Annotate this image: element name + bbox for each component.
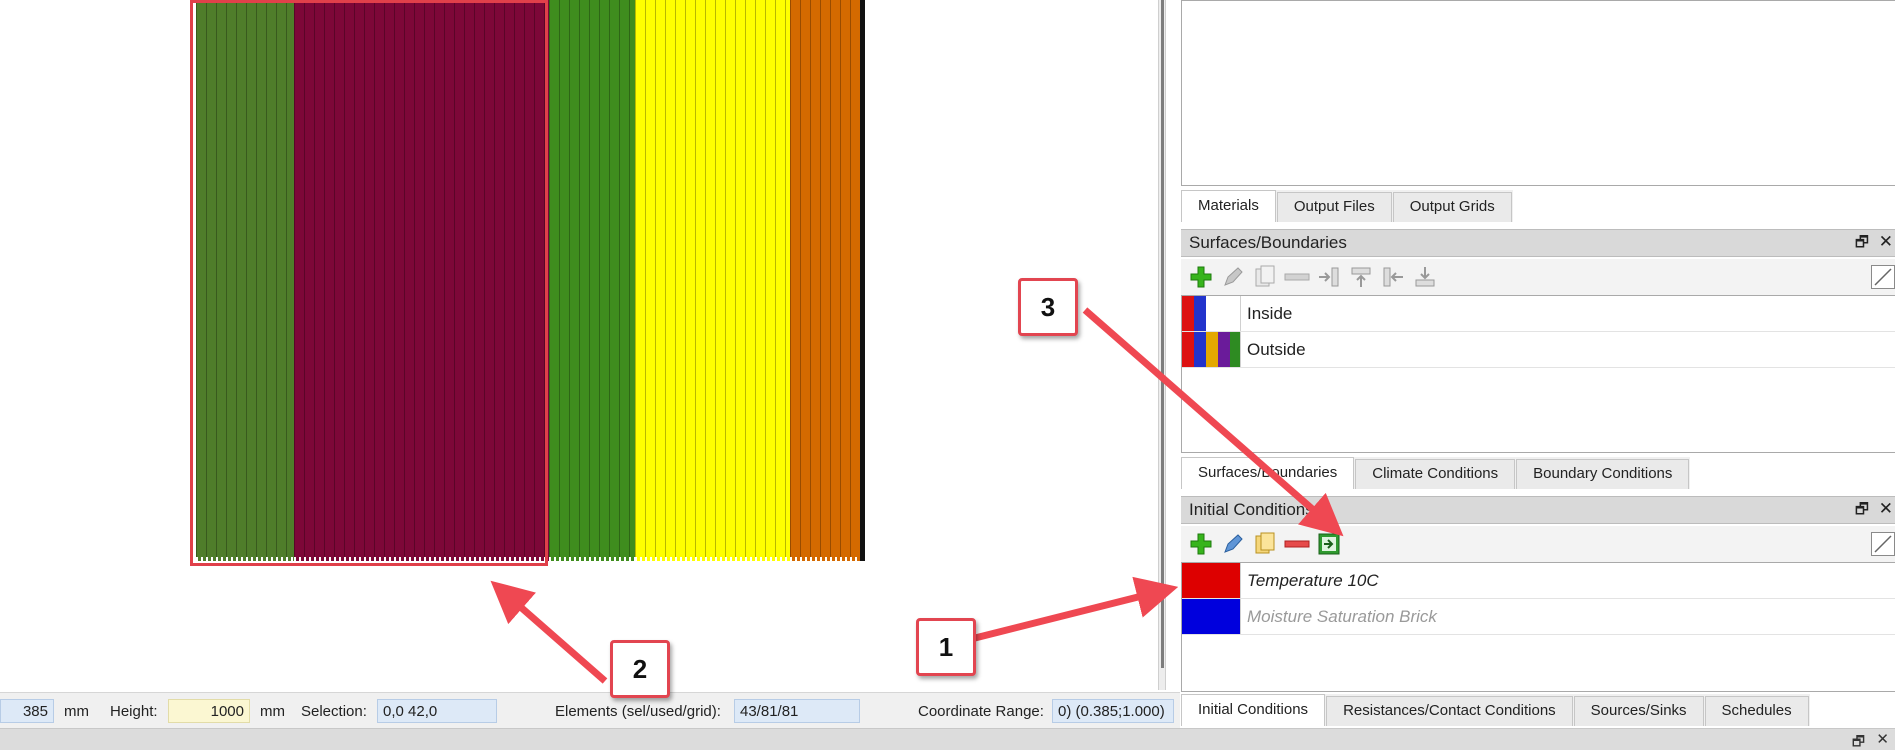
splitter-grip[interactable] xyxy=(1161,0,1164,668)
condition-label: Moisture Saturation Brick xyxy=(1247,607,1437,626)
width-field[interactable]: 385 xyxy=(0,699,54,723)
construction-edge xyxy=(860,0,865,561)
material-layer-4[interactable] xyxy=(635,0,790,561)
surfaces-toolbar xyxy=(1181,259,1895,295)
surface-color-swatch xyxy=(1182,332,1241,367)
edit-icon[interactable] xyxy=(1219,263,1247,291)
initial-conditions-table: Temperature 10C Moisture Saturation Bric… xyxy=(1181,562,1895,692)
assign-to-selection-icon[interactable] xyxy=(1315,530,1343,558)
tab-schedules[interactable]: Schedules xyxy=(1704,696,1809,726)
surface-label: Outside xyxy=(1247,340,1306,359)
height-unit: mm xyxy=(260,703,285,720)
close-icon[interactable]: ✕ xyxy=(1879,496,1893,522)
grid-ticks xyxy=(790,557,864,561)
table-row[interactable]: Moisture Saturation Brick xyxy=(1182,599,1895,635)
zoom-fit-icon[interactable] xyxy=(1871,532,1895,556)
dock-splitter[interactable] xyxy=(1158,0,1166,690)
tab-sources-sinks[interactable]: Sources/Sinks xyxy=(1573,696,1704,726)
tab-initial-conditions[interactable]: Initial Conditions xyxy=(1181,694,1326,726)
assign-right-icon[interactable] xyxy=(1315,263,1343,291)
condition-color-swatch xyxy=(1182,599,1241,634)
height-label: Height: xyxy=(110,703,158,720)
edit-icon[interactable] xyxy=(1219,530,1247,558)
bottom-dock-header: 🗗 ✕ xyxy=(0,728,1895,750)
tab-boundary-conditions[interactable]: Boundary Conditions xyxy=(1516,459,1690,489)
copy-icon[interactable] xyxy=(1251,263,1279,291)
callout-1: 1 xyxy=(916,618,976,676)
assign-bottom-icon[interactable] xyxy=(1411,263,1439,291)
table-row[interactable]: Inside xyxy=(1182,296,1895,332)
conditions-tab-bar: Initial Conditions Resistances/Contact C… xyxy=(1181,694,1810,726)
surface-color-swatch xyxy=(1182,296,1241,331)
zoom-fit-icon[interactable] xyxy=(1871,265,1895,289)
tab-resistances-contact-conditions[interactable]: Resistances/Contact Conditions xyxy=(1326,696,1573,726)
height-field[interactable]: 1000 xyxy=(168,699,250,723)
width-unit: mm xyxy=(64,703,89,720)
table-row[interactable]: Outside xyxy=(1182,332,1895,368)
grid-ticks xyxy=(549,557,635,561)
top-dock-area xyxy=(1181,0,1895,186)
surfaces-title-text: Surfaces/Boundaries xyxy=(1189,233,1347,252)
remove-icon[interactable] xyxy=(1283,263,1311,291)
float-icon[interactable]: 🗗 xyxy=(1852,731,1865,750)
surfaces-table: Inside Outside xyxy=(1181,295,1895,453)
remove-icon[interactable] xyxy=(1283,530,1311,558)
tab-materials[interactable]: Materials xyxy=(1181,190,1276,222)
coordinate-range-label: Coordinate Range: xyxy=(918,703,1044,720)
table-row[interactable]: Temperature 10C xyxy=(1182,563,1895,599)
add-icon[interactable] xyxy=(1187,263,1215,291)
tab-output-grids[interactable]: Output Grids xyxy=(1392,192,1512,222)
construction-canvas[interactable] xyxy=(0,0,1160,690)
close-icon[interactable]: ✕ xyxy=(1876,730,1889,748)
tab-surfaces-boundaries[interactable]: Surfaces/Boundaries xyxy=(1181,457,1355,489)
callout-2: 2 xyxy=(610,640,670,698)
surface-label: Inside xyxy=(1247,304,1293,323)
materials-tab-bar: Materials Output Files Output Grids xyxy=(1181,190,1513,222)
selection-highlight xyxy=(190,0,548,566)
assign-left-icon[interactable] xyxy=(1379,263,1407,291)
selection-label: Selection: xyxy=(301,703,367,720)
status-bar: 385 mm Height: 1000 mm Selection: 0,0 42… xyxy=(0,692,1180,728)
surfaces-panel-title: Surfaces/Boundaries 🗗 ✕ xyxy=(1181,229,1895,257)
float-icon[interactable]: 🗗 xyxy=(1855,230,1869,256)
initial-conditions-title-text: Initial Conditions xyxy=(1189,500,1314,519)
elements-label: Elements (sel/used/grid): xyxy=(555,703,721,720)
callout-3: 3 xyxy=(1018,278,1078,336)
condition-label: Temperature 10C xyxy=(1247,571,1379,590)
elements-field[interactable]: 43/81/81 xyxy=(734,699,860,723)
grid-ticks xyxy=(635,557,790,561)
initial-conditions-toolbar xyxy=(1181,526,1895,562)
selection-field[interactable]: 0,0 42,0 xyxy=(377,699,497,723)
initial-conditions-panel-title: Initial Conditions 🗗 ✕ xyxy=(1181,496,1895,524)
condition-color-swatch xyxy=(1182,563,1241,598)
surfaces-tab-bar: Surfaces/Boundaries Climate Conditions B… xyxy=(1181,457,1691,489)
material-layer-5[interactable] xyxy=(790,0,864,561)
close-icon[interactable]: ✕ xyxy=(1879,229,1893,255)
add-icon[interactable] xyxy=(1187,530,1215,558)
copy-icon[interactable] xyxy=(1251,530,1279,558)
float-icon[interactable]: 🗗 xyxy=(1855,497,1869,523)
tab-climate-conditions[interactable]: Climate Conditions xyxy=(1355,459,1516,489)
tab-output-files[interactable]: Output Files xyxy=(1276,192,1392,222)
coordinate-range-field[interactable]: 0) (0.385;1.000) xyxy=(1052,699,1174,723)
material-layer-3[interactable] xyxy=(549,0,635,561)
assign-top-icon[interactable] xyxy=(1347,263,1375,291)
